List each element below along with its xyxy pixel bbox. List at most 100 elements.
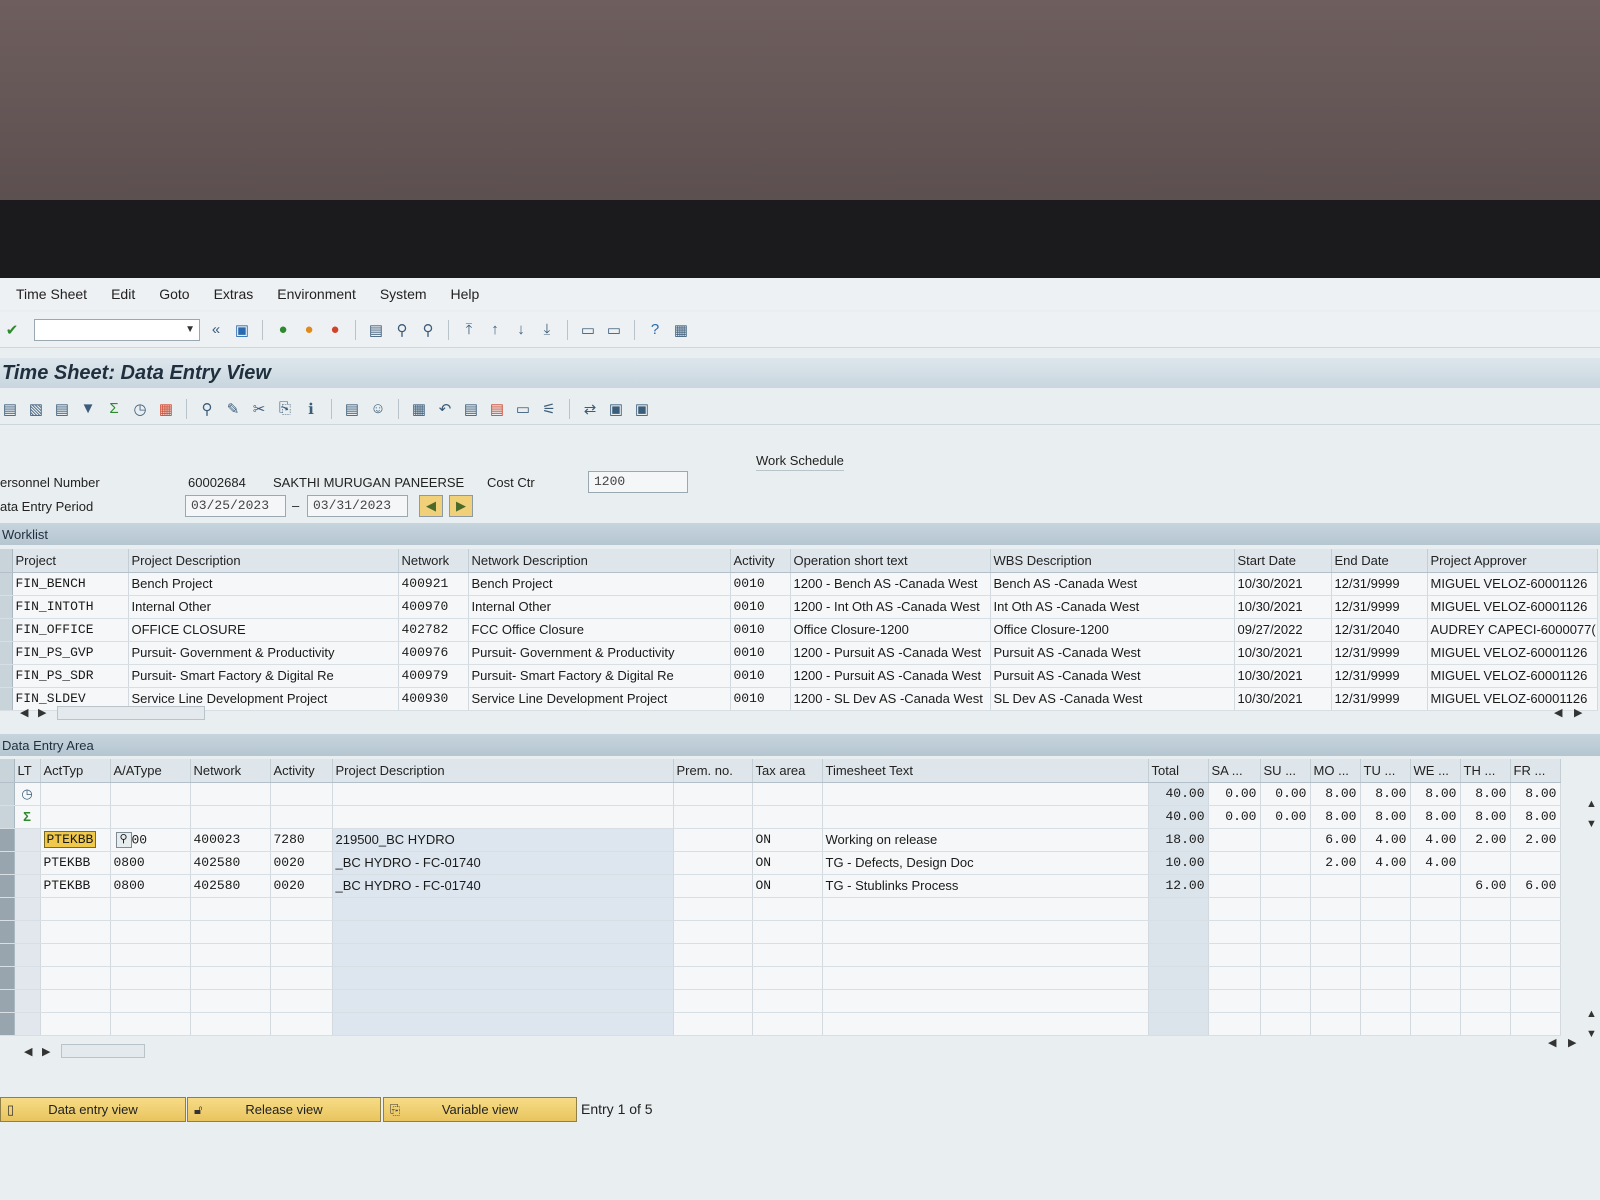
column-header[interactable]: Network Description xyxy=(468,549,731,573)
hours-tu[interactable]: 4.00 xyxy=(1360,851,1411,875)
hours-fr[interactable] xyxy=(1510,851,1561,875)
column-header[interactable]: Network xyxy=(398,549,469,573)
export-icon[interactable]: ▣ xyxy=(606,399,626,419)
edit-icon[interactable]: ✎ xyxy=(223,399,243,419)
timesheet-text-cell[interactable]: TG - Defects, Design Doc xyxy=(822,851,1149,875)
row-selector[interactable] xyxy=(0,874,15,898)
details-icon[interactable]: ▧ xyxy=(26,399,46,419)
menu-environment[interactable]: Environment xyxy=(277,286,356,302)
hours-su[interactable] xyxy=(1260,828,1311,852)
tax-area-cell[interactable]: ON xyxy=(752,828,823,852)
scroll-left-icon[interactable]: ◀ xyxy=(1554,706,1562,719)
column-header[interactable]: WBS Description xyxy=(990,549,1235,573)
column-header-fr[interactable]: FR ... xyxy=(1510,759,1561,783)
scroll-right-icon[interactable]: ▶ xyxy=(38,706,46,719)
cut-icon[interactable]: ✂ xyxy=(249,399,269,419)
activity-cell[interactable]: 7280 xyxy=(270,828,333,852)
check-entries-icon[interactable]: ▤ xyxy=(0,399,20,419)
next-page-icon[interactable]: ↓ xyxy=(511,320,531,340)
row-selector[interactable] xyxy=(0,687,13,711)
row-selector-header[interactable] xyxy=(0,759,15,783)
exit-icon[interactable]: ● xyxy=(299,320,319,340)
work-schedule-label[interactable]: Work Schedule xyxy=(756,453,844,471)
column-header[interactable]: LT xyxy=(14,759,41,783)
print-icon[interactable]: ▤ xyxy=(52,399,72,419)
find-icon[interactable]: ⚲ xyxy=(392,320,412,340)
table-row[interactable]: FIN_SLDEV Service Line Development Proje… xyxy=(0,687,1598,711)
period-from-field[interactable]: 03/25/2023 xyxy=(185,495,286,517)
row-selector[interactable] xyxy=(0,595,13,619)
column-header[interactable]: Network xyxy=(190,759,271,783)
sum-icon[interactable]: Σ xyxy=(104,399,124,419)
column-header[interactable]: Prem. no. xyxy=(673,759,753,783)
menu-goto[interactable]: Goto xyxy=(159,286,189,302)
activity-cell[interactable]: 0020 xyxy=(270,874,333,898)
scroll-right-icon[interactable]: ▶ xyxy=(1568,1036,1576,1049)
column-header-sa[interactable]: SA ... xyxy=(1208,759,1261,783)
column-header[interactable]: Project Description xyxy=(332,759,674,783)
empty-row[interactable] xyxy=(0,989,1561,1013)
scroll-left-icon[interactable]: ◀ xyxy=(24,1045,32,1058)
column-header[interactable]: Start Date xyxy=(1234,549,1332,573)
row-selector[interactable] xyxy=(0,572,13,596)
layout-settings-icon[interactable]: ▦ xyxy=(671,320,691,340)
data-entry-view-button[interactable]: ▯ Data entry view xyxy=(0,1097,186,1122)
scroll-down-icon[interactable]: ▼ xyxy=(1586,818,1597,830)
column-header[interactable]: Operation short text xyxy=(790,549,991,573)
last-page-icon[interactable]: ⤓ xyxy=(537,320,557,340)
acttyp-cell[interactable]: PTEKBB xyxy=(40,874,111,898)
acttyp-cell[interactable]: PTEKBB xyxy=(40,828,111,852)
column-header[interactable]: Timesheet Text xyxy=(822,759,1149,783)
menu-time-sheet[interactable]: Time Sheet xyxy=(16,286,87,302)
help-icon[interactable]: ? xyxy=(645,320,665,340)
calendar-icon[interactable]: ▦ xyxy=(156,399,176,419)
lt-cell[interactable] xyxy=(14,851,41,875)
hours-we[interactable]: 4.00 xyxy=(1410,851,1461,875)
hours-tu[interactable]: 4.00 xyxy=(1360,828,1411,852)
scroll-right-icon[interactable]: ▶ xyxy=(1574,706,1582,719)
activity-cell[interactable]: 0020 xyxy=(270,851,333,875)
command-field[interactable]: ▼ xyxy=(34,318,200,341)
save-icon[interactable]: ▣ xyxy=(232,320,252,340)
aatype-cell[interactable]: ⚲ 00 xyxy=(110,828,191,852)
column-header[interactable]: Tax area xyxy=(752,759,823,783)
table-icon[interactable]: ▦ xyxy=(409,399,429,419)
clock-icon[interactable]: ◷ xyxy=(130,399,150,419)
copy-icon[interactable]: ⎘ xyxy=(275,399,295,419)
empty-row[interactable] xyxy=(0,920,1561,944)
menu-edit[interactable]: Edit xyxy=(111,286,135,302)
column-header-tu[interactable]: TU ... xyxy=(1360,759,1411,783)
release-view-button[interactable]: 🔓︎ Release view xyxy=(187,1097,381,1122)
variable-view-button[interactable]: ⎘ Variable view xyxy=(383,1097,577,1122)
column-header[interactable]: Activity xyxy=(730,549,791,573)
split-icon[interactable]: ⚟ xyxy=(539,399,559,419)
network-cell[interactable]: 402580 xyxy=(190,874,271,898)
table-row[interactable]: FIN_OFFICE OFFICE CLOSURE 402782 FCC Off… xyxy=(0,618,1598,642)
aatype-cell[interactable]: 0800 xyxy=(110,851,191,875)
worklist-horizontal-scrollbar[interactable] xyxy=(57,706,205,720)
chevron-down-icon[interactable]: ▼ xyxy=(185,324,195,335)
hours-fr[interactable]: 2.00 xyxy=(1510,828,1561,852)
prem-no-cell[interactable] xyxy=(673,851,753,875)
hours-we[interactable]: 4.00 xyxy=(1410,828,1461,852)
search-help-icon[interactable]: ⚲ xyxy=(115,831,132,848)
empty-row[interactable] xyxy=(0,897,1561,921)
column-header[interactable]: End Date xyxy=(1331,549,1428,573)
table-row[interactable]: FIN_PS_SDR Pursuit- Smart Factory & Digi… xyxy=(0,664,1598,688)
hours-mo[interactable]: 2.00 xyxy=(1310,851,1361,875)
lt-cell[interactable] xyxy=(14,828,41,852)
list-icon[interactable]: ▤ xyxy=(342,399,362,419)
hours-sa[interactable] xyxy=(1208,828,1261,852)
lt-cell[interactable] xyxy=(14,874,41,898)
table-row[interactable]: PTEKBB 0800 402580 0020 _BC HYDRO - FC-0… xyxy=(0,851,1561,875)
timesheet-text-cell[interactable]: Working on release xyxy=(822,828,1149,852)
column-header[interactable]: Project xyxy=(12,549,129,573)
insert-row-icon[interactable]: ▤ xyxy=(461,399,481,419)
column-header-we[interactable]: WE ... xyxy=(1410,759,1461,783)
hours-we[interactable] xyxy=(1410,874,1461,898)
network-cell[interactable]: 400023 xyxy=(190,828,271,852)
row-selector[interactable] xyxy=(0,828,15,852)
print-icon[interactable]: ▤ xyxy=(366,320,386,340)
acttyp-input[interactable]: PTEKBB xyxy=(43,831,97,848)
scroll-left-icon[interactable]: ◀ xyxy=(1548,1036,1556,1049)
